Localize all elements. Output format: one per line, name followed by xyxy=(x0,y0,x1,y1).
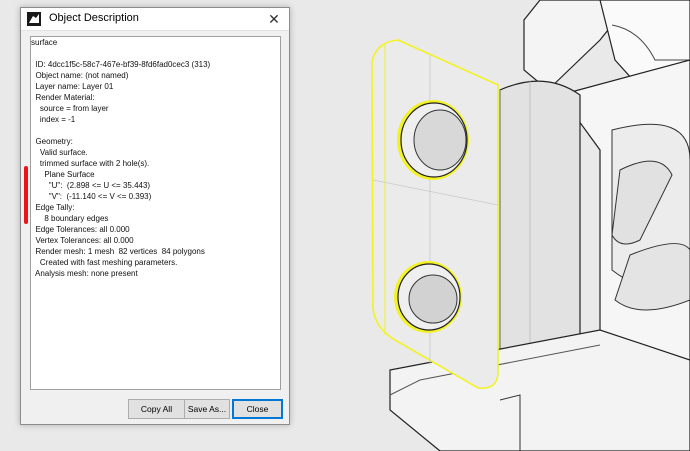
description-line: Render Material: xyxy=(31,93,95,102)
selected-surface[interactable] xyxy=(371,39,499,389)
description-line: "V": (-11.140 <= V <= 0.393) xyxy=(31,192,152,201)
description-line: Plane Surface xyxy=(31,170,95,179)
description-line: trimmed surface with 2 hole(s). xyxy=(31,159,150,168)
description-line xyxy=(31,48,280,59)
description-line: Vertex Tolerances: all 0.000 xyxy=(31,236,134,245)
description-line: surface xyxy=(31,38,58,47)
description-line: Layer name: Layer 01 xyxy=(31,82,114,91)
copy-all-button[interactable]: Copy All xyxy=(128,399,185,419)
close-button[interactable]: Close xyxy=(232,399,283,419)
annotation-marker xyxy=(24,166,28,224)
description-line: Geometry: xyxy=(31,137,73,146)
description-line: Render mesh: 1 mesh 82 vertices 84 polyg… xyxy=(31,247,205,256)
description-line: index = -1 xyxy=(31,115,76,124)
description-line: Object name: (not named) xyxy=(31,71,129,80)
description-line: 8 boundary edges xyxy=(31,214,109,223)
rhino-app-icon xyxy=(27,12,41,26)
close-window-button[interactable]: ✕ xyxy=(259,8,289,30)
dialog-titlebar[interactable]: Object Description ✕ xyxy=(21,8,289,31)
description-line: ID: 4dcc1f5c-58c7-467e-bf39-8fd6fad0cec3… xyxy=(31,60,211,69)
description-line: Created with fast meshing parameters. xyxy=(31,258,178,267)
description-line: Edge Tolerances: all 0.000 xyxy=(31,225,130,234)
dialog-title: Object Description xyxy=(49,12,139,24)
close-icon: ✕ xyxy=(268,11,280,27)
description-line: "U": (2.898 <= U <= 35.443) xyxy=(31,181,151,190)
description-line: Analysis mesh: none present xyxy=(31,269,138,278)
object-description-dialog: Object Description ✕ surface ID: 4dcc1f5… xyxy=(20,7,290,425)
description-line: Valid surface. xyxy=(31,148,88,157)
save-as-button[interactable]: Save As... xyxy=(184,399,230,419)
description-text-area[interactable]: surface ID: 4dcc1f5c-58c7-467e-bf39-8fd6… xyxy=(30,36,281,390)
description-line xyxy=(31,125,280,136)
description-line: source = from layer xyxy=(31,104,109,113)
description-line: Edge Tally: xyxy=(31,203,75,212)
